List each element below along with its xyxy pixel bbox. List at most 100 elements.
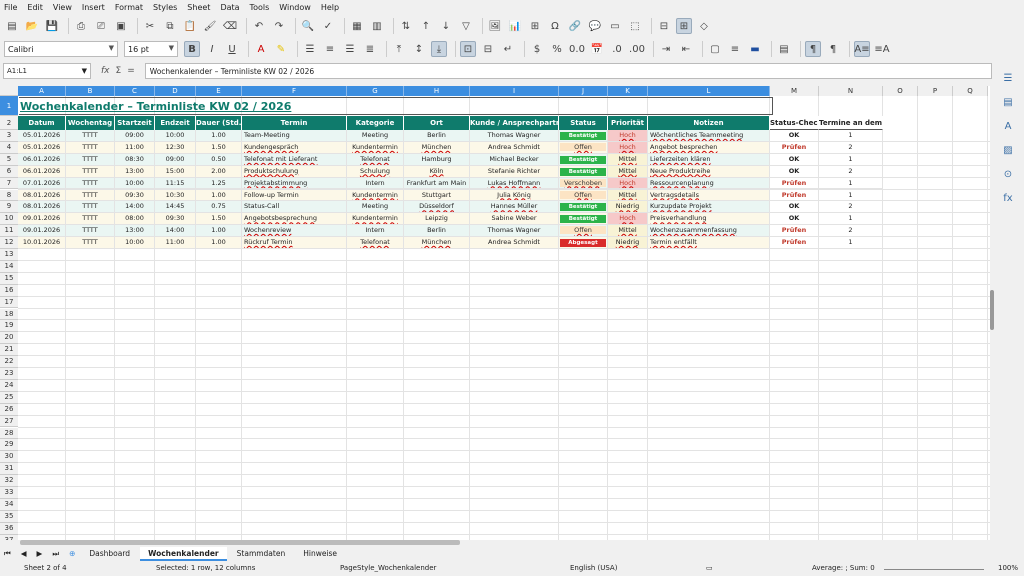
- table-cell[interactable]: 14:45: [155, 201, 196, 214]
- table-cell[interactable]: Mittel: [608, 165, 648, 178]
- table-cell[interactable]: Rückruf Termin: [242, 237, 347, 249]
- table-cell[interactable]: Angebot besprechen: [648, 141, 770, 154]
- table-cell[interactable]: Bestätigt: [559, 130, 608, 142]
- special-character-icon[interactable]: Ω: [547, 18, 563, 34]
- table-cell[interactable]: Hoch: [608, 130, 648, 142]
- table-cell[interactable]: Thomas Wagner: [470, 225, 559, 238]
- table-cell[interactable]: Bestätigt: [559, 153, 608, 166]
- table-cell[interactable]: Intern: [347, 177, 404, 190]
- table-cell[interactable]: 1.50: [196, 213, 242, 226]
- table-cell[interactable]: TTTT: [66, 237, 115, 249]
- table-cell[interactable]: Telefonat: [347, 153, 404, 166]
- table-cell[interactable]: Vertragsdetails: [648, 189, 770, 202]
- table-cell[interactable]: 10:00: [115, 237, 155, 249]
- menu-sheet[interactable]: Sheet: [187, 3, 210, 12]
- table-cell[interactable]: Follow-up Termin: [242, 189, 347, 202]
- print-icon[interactable]: ⎚: [93, 18, 109, 34]
- table-cell[interactable]: 1.00: [196, 130, 242, 142]
- table-cell[interactable]: 11:00: [155, 237, 196, 249]
- clone-formatting-icon[interactable]: 🖌: [202, 18, 218, 34]
- row-header[interactable]: 29: [0, 439, 18, 452]
- delete-decimal-icon[interactable]: .00: [629, 41, 645, 57]
- sheet-tab-hinweise[interactable]: Hinweise: [295, 547, 345, 561]
- selection-mode-icon[interactable]: ▭: [706, 564, 713, 572]
- header-footer-icon[interactable]: ▭: [607, 18, 623, 34]
- table-cell[interactable]: Lieferzeiten klären: [648, 153, 770, 166]
- table-cell[interactable]: Offen: [559, 225, 608, 238]
- row-header[interactable]: 17: [0, 296, 18, 309]
- row-header[interactable]: 28: [0, 427, 18, 440]
- save-icon[interactable]: 💾: [44, 18, 60, 34]
- column-title-cell[interactable]: Kunde / Ansprechpartner: [470, 116, 559, 130]
- vertical-scrollbar[interactable]: [990, 290, 994, 330]
- print-preview-icon[interactable]: ▣: [113, 18, 129, 34]
- row-header[interactable]: 21: [0, 344, 18, 357]
- table-cell[interactable]: 05.01.2026: [18, 141, 66, 154]
- table-cell[interactable]: 2: [819, 225, 883, 238]
- date-format-icon[interactable]: 📅: [589, 41, 605, 57]
- row-header[interactable]: 34: [0, 498, 18, 511]
- freeze-rows-columns-icon[interactable]: ⊟: [656, 18, 672, 34]
- row-header[interactable]: 30: [0, 451, 18, 464]
- row-icon[interactable]: ▦: [349, 18, 365, 34]
- column-title-cell[interactable]: Status: [559, 116, 608, 130]
- column-icon[interactable]: ▥: [369, 18, 385, 34]
- row-header[interactable]: 4: [0, 141, 18, 154]
- table-cell[interactable]: 1: [819, 130, 883, 142]
- image-icon[interactable]: 🖼: [487, 18, 503, 34]
- table-cell[interactable]: 15:00: [155, 165, 196, 178]
- row-header[interactable]: 16: [0, 284, 18, 297]
- column-title-cell[interactable]: Wochentag: [66, 116, 115, 130]
- unmerge-icon[interactable]: ⊟: [480, 41, 496, 57]
- sheet-tab-dashboard[interactable]: Dashboard: [81, 547, 138, 561]
- column-header-a[interactable]: A: [18, 86, 66, 96]
- row-header[interactable]: 37: [0, 534, 18, 540]
- sort-ascending-icon[interactable]: ↑: [418, 18, 434, 34]
- table-cell[interactable]: Julia König: [470, 189, 559, 202]
- table-cell[interactable]: Kundentermin: [347, 141, 404, 154]
- gallery-icon[interactable]: ▨: [1001, 143, 1015, 157]
- table-cell[interactable]: TTTT: [66, 177, 115, 190]
- column-header-q[interactable]: Q: [953, 86, 988, 96]
- table-cell[interactable]: Mittel: [608, 189, 648, 202]
- table-cell[interactable]: 10:00: [155, 130, 196, 142]
- table-cell[interactable]: Abgesagt: [559, 237, 608, 249]
- table-cell[interactable]: 08:00: [115, 213, 155, 226]
- define-print-area-icon[interactable]: ⬚: [627, 18, 643, 34]
- table-cell[interactable]: TTTT: [66, 141, 115, 154]
- row-header[interactable]: 22: [0, 356, 18, 368]
- table-cell[interactable]: Offen: [559, 189, 608, 202]
- table-cell[interactable]: Niedrig: [608, 237, 648, 249]
- table-cell[interactable]: 11:15: [155, 177, 196, 190]
- rtl-direction-icon[interactable]: ¶: [825, 41, 841, 57]
- border-style-icon[interactable]: ≡: [727, 41, 743, 57]
- table-cell[interactable]: 06.01.2026: [18, 165, 66, 178]
- column-title-cell[interactable]: Datum: [18, 116, 66, 130]
- row-header[interactable]: 27: [0, 415, 18, 428]
- table-cell[interactable]: 09:30: [115, 189, 155, 202]
- row-header[interactable]: 19: [0, 320, 18, 333]
- table-cell[interactable]: Niedrig: [608, 201, 648, 214]
- table-cell[interactable]: 08.01.2026: [18, 201, 66, 214]
- wrap-text-icon[interactable]: ↵: [500, 41, 516, 57]
- table-cell[interactable]: Andrea Schmidt: [470, 141, 559, 154]
- align-middle-icon[interactable]: ↕: [411, 41, 427, 57]
- table-cell[interactable]: 2: [819, 201, 883, 214]
- menu-insert[interactable]: Insert: [82, 3, 105, 12]
- pivot-table-icon[interactable]: ⊞: [527, 18, 543, 34]
- table-cell[interactable]: 2.00: [196, 165, 242, 178]
- table-cell[interactable]: Bestätigt: [559, 165, 608, 178]
- row-header[interactable]: 32: [0, 475, 18, 487]
- column-header-n[interactable]: N: [819, 86, 883, 96]
- properties-icon[interactable]: ▤: [1001, 95, 1015, 109]
- table-cell[interactable]: 1.00: [196, 225, 242, 238]
- table-cell[interactable]: 10:00: [115, 177, 155, 190]
- row-header[interactable]: 23: [0, 368, 18, 380]
- row-header[interactable]: 11: [0, 225, 18, 238]
- table-cell[interactable]: Produktschulung: [242, 165, 347, 178]
- spelling-icon[interactable]: ✓: [320, 18, 336, 34]
- table-cell[interactable]: 10:30: [155, 189, 196, 202]
- table-cell[interactable]: 2: [819, 165, 883, 178]
- align-bottom-icon[interactable]: ⤓: [431, 41, 447, 57]
- table-cell[interactable]: Wochenreview: [242, 225, 347, 238]
